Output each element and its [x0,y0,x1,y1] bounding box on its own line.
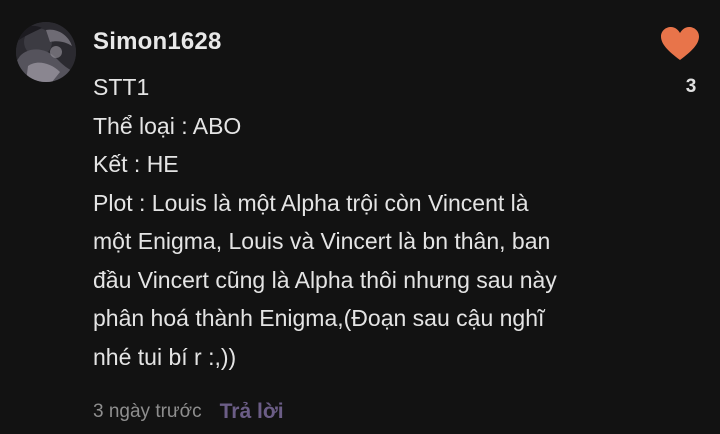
comment-line: Plot : Louis là một Alpha trội còn Vince… [93,189,529,216]
avatar[interactable] [16,22,76,82]
comment-line: một Enigma, Louis và Vincert là bn thân,… [93,228,551,254]
heart-icon [661,27,699,60]
reply-button[interactable]: Trả lời [220,400,284,424]
comment-line: nhé tui bí r :,)) [93,343,237,370]
comment-meta: 3 ngày trước Trả lời [93,396,284,428]
like-section: 3 [656,26,704,98]
like-count: 3 [685,76,697,97]
comment-timestamp: 3 ngày trước [93,401,202,422]
comment-body: STT1 Thể loại : ABO Kết : HE Plot : Loui… [93,68,633,376]
comment-username[interactable]: Simon1628 [93,26,222,58]
comment-item: Simon1628 STT1 Thể loại : ABO Kết : HE P… [0,0,720,434]
like-button[interactable] [660,26,700,62]
comment-line: Thể loại : ABO [93,112,242,139]
comment-line: STT1 [93,74,150,100]
comment-line: đầu Vincert cũng là Alpha thôi nhưng sau… [93,266,557,293]
comment-line: Kết : HE [93,151,179,177]
comment-line: phân hoá thành Enigma,(Đoạn sau cậu nghĩ [93,305,545,331]
user-avatar-icon [16,22,76,82]
